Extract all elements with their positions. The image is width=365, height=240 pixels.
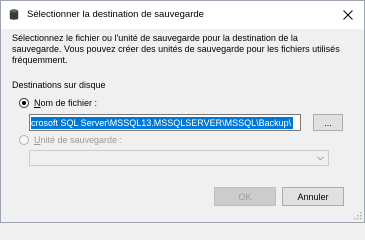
file-name-radio-option[interactable]: Nom de fichier : bbox=[19, 98, 97, 108]
backup-device-label: Unité de sauvegarde : bbox=[34, 135, 123, 145]
dialog-window: Sélectionner la destination de sauvegard… bbox=[0, 0, 365, 223]
cancel-button[interactable]: Annuler bbox=[282, 187, 344, 206]
backup-device-radio-option[interactable]: Unité de sauvegarde : bbox=[19, 135, 122, 145]
backup-device-radio[interactable] bbox=[19, 135, 29, 145]
close-button[interactable] bbox=[332, 1, 364, 29]
ok-button[interactable]: OK bbox=[214, 187, 276, 206]
title-bar[interactable]: Sélectionner la destination de sauvegard… bbox=[1, 1, 364, 29]
disk-destinations-label: Destinations sur disque bbox=[12, 80, 106, 90]
resize-grip-icon[interactable] bbox=[354, 212, 362, 220]
dialog-title: Sélectionner la destination de sauvegard… bbox=[27, 9, 204, 20]
file-name-label: Nom de fichier : bbox=[34, 98, 98, 108]
close-icon bbox=[343, 10, 353, 20]
file-name-radio[interactable] bbox=[19, 98, 29, 108]
chevron-down-icon bbox=[317, 156, 324, 161]
file-path-input[interactable]: crosoft SQL Server\MSSQL13.MSSQLSERVER\M… bbox=[29, 114, 301, 131]
description-text: Sélectionnez le fichier ou l'unité de sa… bbox=[12, 33, 340, 65]
file-path-value: crosoft SQL Server\MSSQL13.MSSQLSERVER\M… bbox=[31, 117, 294, 129]
database-icon bbox=[9, 9, 19, 20]
browse-button[interactable]: ... bbox=[313, 114, 343, 131]
backup-device-select[interactable] bbox=[29, 150, 329, 166]
